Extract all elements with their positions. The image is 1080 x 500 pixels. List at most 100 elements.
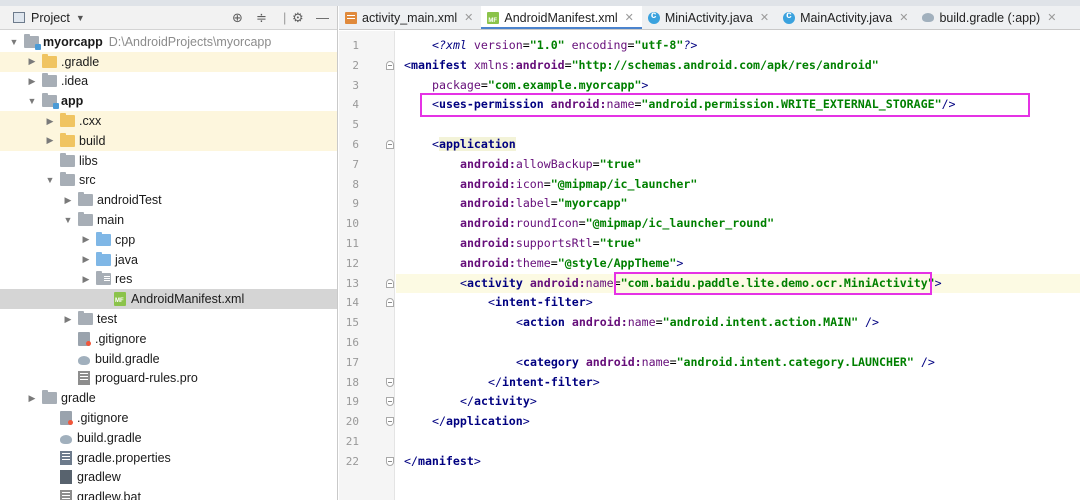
editor-tab[interactable]: MainActivity.java ✕: [777, 6, 916, 29]
project-view-selector[interactable]: Project: [31, 11, 70, 25]
code-token: "@style/AppTheme": [557, 255, 677, 270]
gear-icon[interactable]: ⚙: [292, 10, 304, 26]
code-line[interactable]: </manifest>: [396, 452, 481, 472]
code-token: </: [460, 394, 474, 409]
editor-tab-label: build.gradle (:app): [939, 10, 1041, 25]
chevron-right-icon[interactable]: ▶: [80, 254, 92, 265]
code-token: =: [592, 156, 600, 171]
chevron-down-icon[interactable]: ▼: [44, 175, 56, 185]
tree-item[interactable]: ▶ cpp: [0, 230, 337, 250]
code-token: theme: [515, 255, 551, 270]
code-line[interactable]: android:label="myorcapp": [396, 194, 628, 214]
locate-file-icon[interactable]: ⊕: [232, 10, 243, 26]
chevron-down-icon[interactable]: ▼: [62, 215, 74, 225]
editor-tab[interactable]: MiniActivity.java ✕: [642, 6, 777, 29]
editor-tab[interactable]: build.gradle (:app) ✕: [916, 6, 1064, 29]
code-token: android:: [571, 315, 628, 330]
code-line[interactable]: android:supportsRtl="true": [396, 234, 642, 254]
code-line[interactable]: <category android:name="android.intent.c…: [396, 353, 935, 373]
close-icon[interactable]: ✕: [1047, 11, 1056, 24]
tree-item[interactable]: ▶ .idea: [0, 72, 337, 92]
fold-end-icon[interactable]: [386, 417, 394, 427]
code-line[interactable]: [396, 115, 404, 135]
tree-item[interactable]: ▶gradle.properties: [0, 448, 337, 468]
fold-collapse-icon[interactable]: [386, 298, 394, 308]
tree-item-label: app: [61, 94, 84, 109]
tree-item[interactable]: ▶.gitignore: [0, 329, 337, 349]
editor-tab[interactable]: activity_main.xml ✕: [339, 6, 481, 29]
chevron-right-icon[interactable]: ▶: [44, 116, 56, 127]
tree-item[interactable]: ▶.gitignore: [0, 408, 337, 428]
tree-item[interactable]: ▶ gradle: [0, 388, 337, 408]
editor-tab[interactable]: AndroidManifest.xml ✕: [481, 6, 643, 29]
fold-end-icon[interactable]: [386, 456, 394, 466]
code-token: =: [578, 216, 586, 231]
chevron-right-icon[interactable]: ▶: [26, 76, 38, 87]
tree-item[interactable]: ▼ app: [0, 91, 337, 111]
tree-item[interactable]: ▶proguard-rules.pro: [0, 369, 337, 389]
tree-item[interactable]: ▶libs: [0, 151, 337, 171]
chevron-right-icon[interactable]: ▶: [62, 314, 74, 325]
code-line[interactable]: android:icon="@mipmap/ic_launcher": [396, 175, 697, 195]
tree-item[interactable]: ▶ .cxx: [0, 111, 337, 131]
tree-item-label: main: [97, 213, 125, 228]
tree-item[interactable]: ▶build.gradle: [0, 349, 337, 369]
fold-end-icon[interactable]: [386, 377, 394, 387]
chevron-right-icon[interactable]: ▶: [44, 135, 56, 146]
tree-item[interactable]: ▶ java: [0, 250, 337, 270]
code-line[interactable]: </intent-filter>: [396, 373, 600, 393]
close-icon[interactable]: ✕: [760, 11, 769, 24]
tree-item[interactable]: ▶build.gradle: [0, 428, 337, 448]
code-token: =: [480, 77, 488, 92]
code-line[interactable]: android:allowBackup="true": [396, 155, 642, 175]
fold-collapse-icon[interactable]: [386, 60, 394, 70]
chevron-right-icon[interactable]: ▶: [80, 274, 92, 285]
chevron-right-icon[interactable]: ▶: [26, 56, 38, 67]
code-line[interactable]: [396, 432, 404, 452]
code-line[interactable]: [396, 333, 404, 353]
code-token: android:: [460, 196, 516, 211]
fold-end-icon[interactable]: [386, 397, 394, 407]
code-line[interactable]: android:roundIcon="@mipmap/ic_launcher_r…: [396, 214, 774, 234]
code-editor[interactable]: <?xml version="1.0" encoding="utf-8"?> <m…: [396, 31, 1080, 500]
tree-item[interactable]: ▼ src: [0, 171, 337, 191]
code-line[interactable]: </application>: [396, 412, 530, 432]
chevron-down-icon[interactable]: ▼: [8, 37, 20, 47]
code-line[interactable]: <manifest xmlns:android="http://schemas.…: [396, 56, 879, 76]
tree-item[interactable]: ▼ myorcapp D:\AndroidProjects\myorcapp: [0, 32, 337, 52]
xml-file-icon: [345, 11, 357, 24]
code-line[interactable]: </activity>: [396, 392, 537, 412]
tree-item[interactable]: ▶ res: [0, 270, 337, 290]
tree-item[interactable]: ▶ androidTest: [0, 190, 337, 210]
code-token: =: [564, 57, 572, 72]
chevron-down-icon[interactable]: ▼: [76, 13, 85, 23]
close-icon[interactable]: ✕: [899, 11, 908, 24]
editor-tab-bar: activity_main.xml✕AndroidManifest.xml✕Mi…: [339, 6, 1080, 30]
tree-item[interactable]: ▶ .gradle: [0, 51, 337, 72]
collapse-all-icon[interactable]: ≑: [256, 10, 267, 26]
code-token: roundIcon: [515, 216, 579, 231]
tree-item[interactable]: ▶ build: [0, 130, 337, 151]
close-icon[interactable]: ✕: [625, 11, 634, 24]
resource-folder-icon: [96, 271, 111, 286]
tree-item[interactable]: ▶gradlew.bat: [0, 487, 337, 500]
code-line[interactable]: <action android:name="android.intent.act…: [396, 313, 879, 333]
project-path: D:\AndroidProjects\myorcapp: [108, 34, 272, 49]
tree-item[interactable]: ▶AndroidManifest.xml: [0, 289, 337, 310]
code-line[interactable]: <?xml version="1.0" encoding="utf-8"?>: [396, 36, 697, 56]
fold-collapse-icon[interactable]: [386, 140, 394, 149]
chevron-right-icon[interactable]: ▶: [26, 393, 38, 404]
chevron-right-icon[interactable]: ▶: [80, 234, 92, 245]
code-line[interactable]: <application: [396, 135, 516, 155]
chevron-down-icon[interactable]: ▼: [26, 96, 38, 106]
code-token: version: [473, 38, 523, 52]
tree-item[interactable]: ▶gradlew: [0, 468, 337, 488]
tree-item[interactable]: ▼ main: [0, 210, 337, 230]
code-line[interactable]: <intent-filter>: [396, 293, 593, 313]
close-icon[interactable]: ✕: [464, 11, 473, 24]
chevron-right-icon[interactable]: ▶: [62, 195, 74, 206]
hide-panel-icon[interactable]: —: [316, 10, 329, 26]
code-token: icon: [515, 176, 544, 191]
fold-collapse-icon[interactable]: [386, 278, 394, 288]
tree-item[interactable]: ▶ test: [0, 309, 337, 329]
